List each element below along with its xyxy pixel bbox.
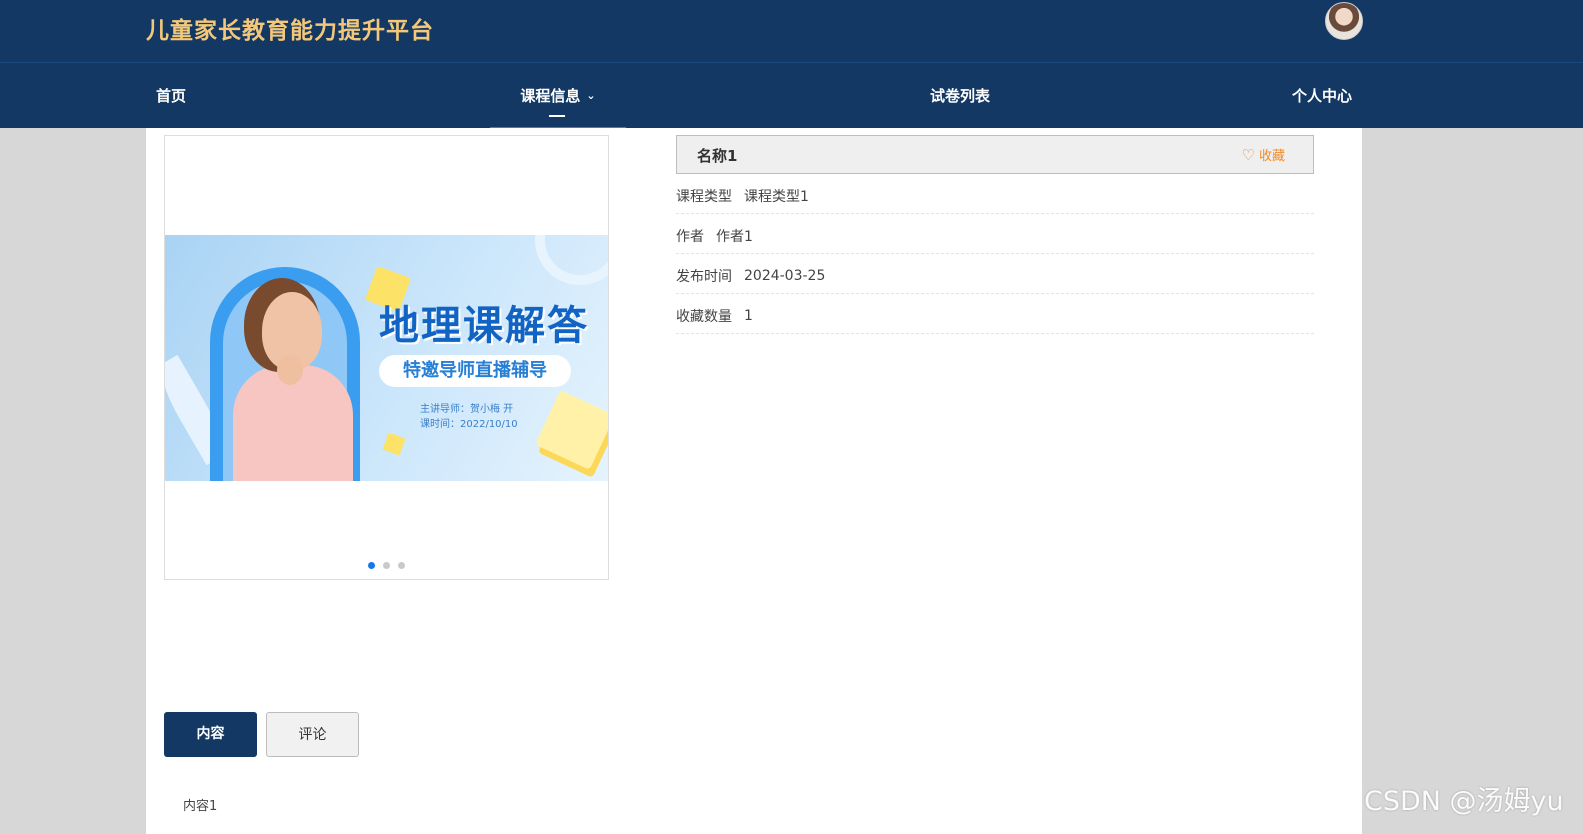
info-label: 收藏数量: [676, 308, 732, 325]
chevron-down-icon: ⌄: [586, 89, 596, 102]
info-value: 课程类型1: [744, 188, 809, 205]
slide-subtitle: 特邀导师直播辅导: [379, 355, 571, 387]
top-header: 儿童家长教育能力提升平台: [0, 0, 1583, 62]
active-indicator: [549, 115, 565, 117]
decor-ring: [535, 235, 608, 285]
info-row-favcount: 收藏数量 1: [676, 294, 1314, 334]
course-name-bar: 名称1 ♡ 收藏: [676, 135, 1314, 174]
teacher-photo-hand: [277, 355, 303, 385]
info-label: 发布时间: [676, 268, 732, 285]
tab-comment[interactable]: 评论: [266, 712, 359, 757]
info-value: 作者1: [716, 228, 753, 245]
content-body: 内容1: [183, 799, 218, 814]
slide-time-line: 课时间：2022/10/10: [420, 419, 518, 430]
carousel-indicators: [368, 562, 405, 569]
tab-content[interactable]: 内容: [164, 712, 257, 757]
nav-profile[interactable]: 个人中心: [1292, 63, 1352, 129]
info-row-type: 课程类型 课程类型1: [676, 174, 1314, 214]
nav-exam-list[interactable]: 试卷列表: [930, 63, 990, 129]
carousel-dot[interactable]: [398, 562, 405, 569]
info-value: 2024-03-25: [744, 267, 826, 284]
slide-teacher-line: 主讲导师：贺小梅 开: [420, 404, 514, 415]
nav-home[interactable]: 首页: [156, 63, 186, 129]
course-name: 名称1: [697, 147, 738, 165]
image-carousel[interactable]: 地理课解答 特邀导师直播辅导 主讲导师：贺小梅 开 课时间：2022/10/10: [164, 135, 609, 580]
info-row-date: 发布时间 2024-03-25: [676, 254, 1314, 294]
csdn-watermark: CSDN @汤姆yu: [1364, 786, 1564, 817]
favorite-label: 收藏: [1258, 149, 1285, 164]
slide-title: 地理课解答: [379, 303, 589, 349]
info-label: 作者: [676, 228, 704, 245]
nav-course-info[interactable]: 课程信息 ⌄: [490, 63, 626, 129]
user-avatar[interactable]: [1325, 2, 1363, 40]
nav-course-info-label: 课程信息: [520, 87, 581, 105]
course-info-panel: 名称1 ♡ 收藏 课程类型 课程类型1 作者 作者1 发布时间 2024-03-2…: [676, 135, 1314, 334]
carousel-slide[interactable]: 地理课解答 特邀导师直播辅导 主讲导师：贺小梅 开 课时间：2022/10/10: [165, 235, 608, 481]
info-label: 课程类型: [676, 188, 732, 205]
main-nav: 首页 课程信息 ⌄ 试卷列表 个人中心: [0, 62, 1583, 129]
heart-icon: ♡: [1241, 146, 1255, 164]
info-value: 1: [744, 307, 753, 324]
info-row-author: 作者 作者1: [676, 214, 1314, 254]
decor-cube: [535, 390, 608, 470]
favorite-button[interactable]: ♡ 收藏: [1242, 145, 1285, 164]
decor-cube: [382, 432, 406, 456]
carousel-dot[interactable]: [383, 562, 390, 569]
carousel-dot[interactable]: [368, 562, 375, 569]
site-title[interactable]: 儿童家长教育能力提升平台: [146, 11, 434, 45]
course-detail-page: 地理课解答 特邀导师直播辅导 主讲导师：贺小梅 开 课时间：2022/10/10…: [146, 128, 1362, 834]
